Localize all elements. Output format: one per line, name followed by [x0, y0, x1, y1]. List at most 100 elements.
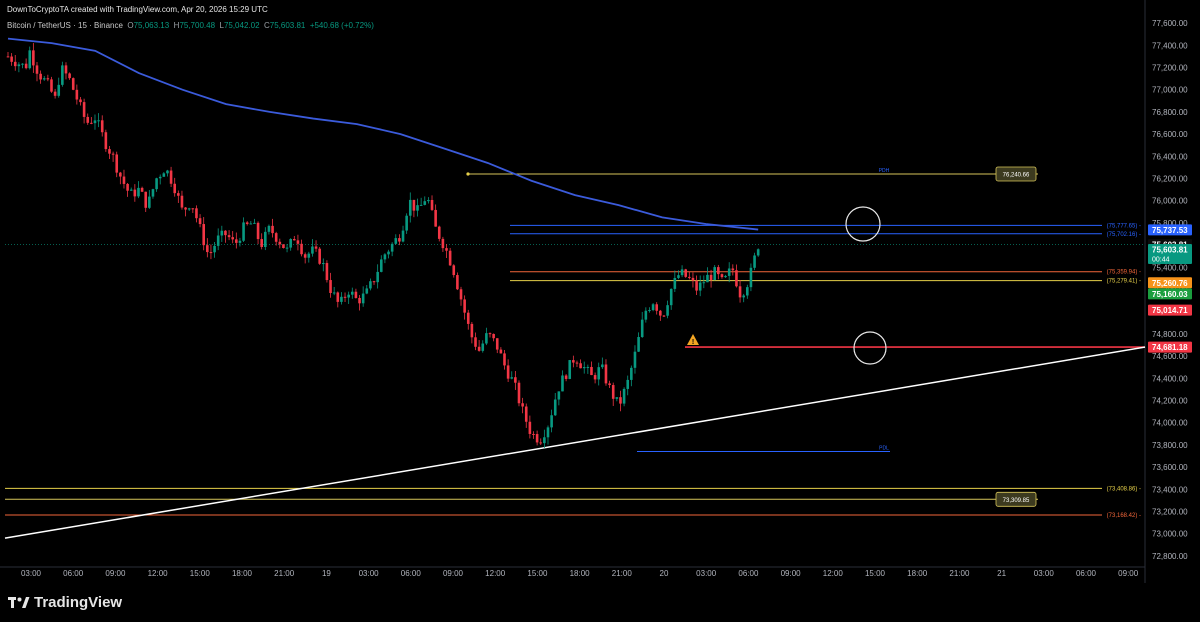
candle-body [503, 353, 506, 366]
candle-body [474, 337, 477, 347]
x-tick-label: 12:00 [148, 569, 169, 578]
x-tick-label: 20 [660, 569, 669, 578]
candle-body [659, 310, 662, 316]
candle-body [394, 238, 398, 244]
candle-body [86, 116, 90, 123]
candle-body [227, 235, 231, 238]
price-tag-label: 75,737.53 [1152, 226, 1188, 235]
y-tick-label: 74,800.00 [1152, 330, 1188, 339]
candle-body [321, 263, 325, 265]
low-value: 75,042.02 [223, 21, 260, 30]
candle-body [220, 230, 224, 236]
candle-body [615, 397, 619, 399]
candle-body [358, 297, 361, 304]
candle-body [311, 246, 314, 254]
x-tick-label: 09:00 [781, 569, 802, 578]
candle-body [702, 282, 706, 284]
tradingview-logo[interactable]: TradingView [8, 594, 122, 611]
level-value-label: (75,777.65) - [1107, 223, 1141, 229]
candle-body [293, 239, 296, 241]
candle-body [231, 237, 234, 240]
candle-body [50, 79, 53, 92]
pdh-anchor-dot [466, 172, 470, 176]
symbol-title: Bitcoin / TetherUS · 15 · Binance [7, 21, 123, 30]
candle-body [253, 222, 256, 224]
y-tick-label: 73,000.00 [1152, 530, 1188, 539]
price-chart[interactable]: 72,800.00 73,000.00 73,200.00 73,400.00 73,6… [0, 0, 1200, 622]
candle-body [630, 367, 633, 380]
candle-body [470, 323, 474, 338]
candle-body [517, 382, 521, 404]
candle-body [724, 275, 727, 278]
x-tick-label: 06:00 [401, 569, 422, 578]
x-tick-label: 06:00 [1076, 569, 1097, 578]
candle-body [148, 196, 151, 208]
warning-icon-mark: ! [692, 339, 694, 346]
x-tick-label: 15:00 [865, 569, 886, 578]
candle-body [332, 292, 336, 294]
candle-body [329, 280, 332, 293]
change-value: +540.68 (+0.72%) [309, 21, 374, 30]
y-tick-label: 76,400.00 [1152, 152, 1188, 161]
candle-body [111, 153, 115, 155]
candle-body [753, 255, 756, 268]
candle-body [746, 287, 749, 296]
price-tag-label: 75,160.03 [1152, 290, 1188, 299]
candle-body [361, 293, 365, 304]
candle-body [282, 244, 285, 248]
candle-body [90, 122, 93, 124]
candle-body [695, 280, 698, 291]
candle-body [162, 173, 166, 177]
x-tick-label: 06:00 [63, 569, 84, 578]
y-tick-label: 76,800.00 [1152, 108, 1188, 117]
candle-body [10, 56, 13, 62]
candle-body [13, 61, 17, 67]
price-tag-label: 75,260.76 [1152, 279, 1188, 288]
candle-body [532, 433, 535, 435]
candle-body [82, 102, 86, 117]
candle-body [412, 199, 416, 211]
candle-body [390, 243, 394, 252]
candle-body [267, 225, 271, 232]
vwap-line [7, 37, 759, 231]
candle-body [419, 204, 423, 206]
candle-body [720, 274, 724, 278]
candle-body [256, 222, 260, 240]
level-value-label: (75,702.16) - [1107, 232, 1141, 238]
candle-body [481, 343, 485, 351]
candle-body [448, 250, 452, 266]
candle-body [314, 246, 318, 249]
candle-body [235, 239, 238, 243]
candle-body [166, 170, 169, 174]
tradingview-brand: TradingView [34, 594, 123, 611]
x-tick-label: 09:00 [1118, 569, 1139, 578]
y-tick-label: 77,000.00 [1152, 86, 1188, 95]
candle-body [738, 286, 742, 298]
candle-body [274, 233, 278, 242]
x-tick-label: 09:00 [443, 569, 464, 578]
y-tick-label: 77,600.00 [1152, 19, 1188, 28]
candle-body [46, 78, 50, 80]
candle-body [553, 399, 557, 416]
candle-body [633, 351, 637, 368]
candle-body [543, 437, 546, 444]
candle-body [238, 240, 242, 243]
candle-body [21, 63, 24, 65]
level-value-label: (73,168.42) - [1107, 513, 1141, 519]
candle-body [437, 226, 441, 239]
candle-body [53, 91, 57, 96]
candle-body [626, 379, 630, 389]
x-tick-label: 18:00 [907, 569, 928, 578]
candle-body [561, 375, 564, 392]
candle-body [177, 193, 180, 196]
candle-body [691, 277, 695, 281]
candle-body [416, 205, 419, 211]
candle-body [325, 263, 329, 281]
candle-body [93, 120, 97, 124]
candle-body [340, 296, 343, 302]
candle-body [586, 366, 590, 368]
candle-body [597, 367, 601, 380]
candle-body [180, 195, 184, 208]
candle-body [488, 333, 492, 335]
candle-body [28, 50, 32, 69]
